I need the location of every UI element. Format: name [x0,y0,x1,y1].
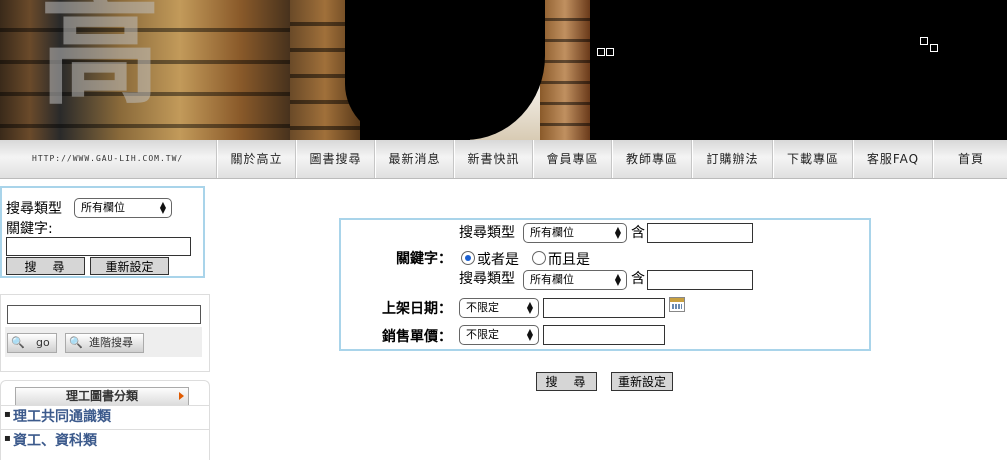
bullet-icon: ▪ [4,409,11,420]
search-type-select-1[interactable]: 所有欄位 ▲ ▼ [523,223,627,243]
price-input[interactable] [543,325,665,345]
bullet-icon: ▪ [4,433,11,444]
site-search-input[interactable] [7,305,201,324]
search-type-value: 所有欄位 [530,226,574,239]
price-select[interactable]: 不限定 ▲ ▼ [459,325,539,345]
category-item[interactable]: ▪ 理工共同通識類 [1,405,209,428]
reset-button[interactable]: 重新設定 [90,257,169,275]
go-label: go [36,336,50,349]
date-label: 上架日期： [382,301,452,317]
keyword-label: 關鍵字： [396,251,452,267]
search-type-select[interactable]: 所有欄位 ▲ ▼ [74,198,172,218]
date-select[interactable]: 不限定 ▲ ▼ [459,298,539,318]
contains-label: 含 [631,225,645,241]
search-type-value: 所有欄位 [81,201,125,214]
nav-item-downloads[interactable]: 下載專區 [773,140,852,178]
category-item-label: 資工、資科類 [13,433,97,449]
nav-item-about[interactable]: 關於高立 [217,140,295,178]
bookshelf-image [540,0,590,140]
search-type-label: 搜尋類型 [459,271,515,287]
calendar-icon[interactable] [669,297,685,312]
select-arrows-icon: ▲ ▼ [614,225,621,240]
decor-square-icon [920,37,928,45]
select-arrows-icon: ▲ ▼ [159,200,166,215]
select-arrows-icon: ▲ ▼ [614,272,621,287]
keyword-input-2[interactable] [647,270,753,290]
radio-or-label: 或者是 [477,252,519,268]
main-nav: HTTP://WWW.GAU-LIH.COM.TW/ 關於高立 圖書搜尋 最新消… [0,140,1007,179]
search-button[interactable]: 搜 尋 [6,257,85,275]
date-select-value: 不限定 [466,301,499,314]
nav-item-faq[interactable]: 客服FAQ [853,140,932,178]
advanced-search-button[interactable]: 🔍 進階搜尋 [65,333,144,353]
logo-character: 高 [40,0,160,121]
keyword-input-1[interactable] [647,223,753,243]
search-type-value: 所有欄位 [530,273,574,286]
arrow-right-icon [179,392,184,400]
category-panel: 理工圖書分類 ▪ 理工共同通識類 ▪ 資工、資科類 [0,380,210,460]
decor-square-icon [597,48,605,56]
site-search-button-bar: 🔍 go 🔍 進階搜尋 [5,327,202,357]
header-banner: 高 [0,0,1007,140]
nav-item-new-books[interactable]: 新書快訊 [454,140,532,178]
select-arrows-icon: ▲ ▼ [526,327,533,342]
search-icon: 🔍 [11,336,25,349]
radio-or[interactable] [461,251,475,265]
nav-item-home[interactable]: 首頁 [933,140,1007,178]
category-item[interactable]: ▪ 資工、資科類 [1,429,209,452]
keyword-input[interactable] [6,237,191,256]
nav-item-teachers[interactable]: 教師專區 [612,140,691,178]
advanced-search-label: 進階搜尋 [89,336,133,349]
nav-item-members[interactable]: 會員專區 [533,140,611,178]
search-button[interactable]: 搜 尋 [536,372,597,391]
radio-and-label: 而且是 [548,252,590,268]
quick-search-panel: 搜尋類型 所有欄位 ▲ ▼ 關鍵字: 搜 尋 重新設定 [0,186,205,278]
price-select-value: 不限定 [466,328,499,341]
category-header-label: 理工圖書分類 [65,389,138,403]
radio-and[interactable] [532,251,546,265]
decor-square-icon [930,44,938,52]
silhouette-shape [345,0,545,140]
go-button[interactable]: 🔍 go [7,333,57,353]
contains-label: 含 [631,271,645,287]
search-type-label: 搜尋類型 [6,201,62,217]
date-input[interactable] [543,298,665,318]
magnifier-icon: 🔍 [69,336,83,349]
search-type-select-2[interactable]: 所有欄位 ▲ ▼ [523,270,627,290]
select-arrows-icon: ▲ ▼ [526,300,533,315]
keyword-label: 關鍵字: [6,221,53,237]
nav-item-news[interactable]: 最新消息 [375,140,453,178]
decor-square-icon [606,48,614,56]
site-url: HTTP://WWW.GAU-LIH.COM.TW/ [32,154,184,163]
nav-item-ordering[interactable]: 訂購辦法 [692,140,772,178]
reset-button[interactable]: 重新設定 [611,372,673,391]
category-item-label: 理工共同通識類 [13,409,111,425]
site-search-panel: 🔍 go 🔍 進階搜尋 [0,294,210,372]
nav-item-book-search[interactable]: 圖書搜尋 [296,140,374,178]
search-type-label: 搜尋類型 [459,225,515,241]
price-label: 銷售單價： [382,329,452,345]
category-header[interactable]: 理工圖書分類 [15,387,189,406]
